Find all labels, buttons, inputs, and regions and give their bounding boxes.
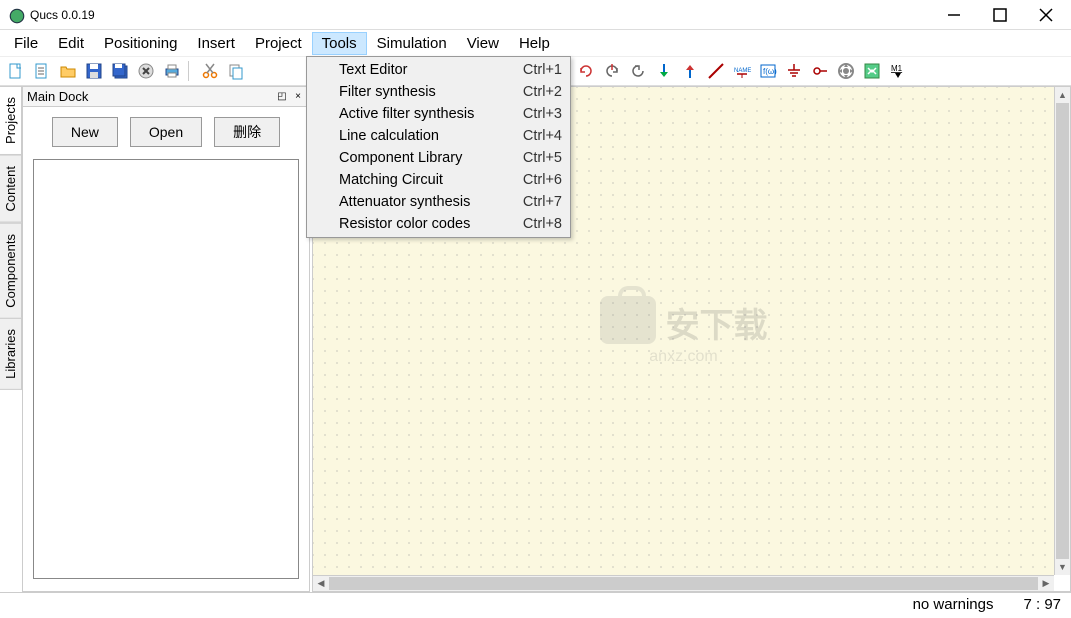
delete-project-button[interactable]: 删除 [214,117,280,147]
scroll-down-icon[interactable]: ▼ [1055,559,1070,575]
open-icon[interactable] [56,59,80,83]
svg-text:f(ω): f(ω) [763,67,777,76]
menu-help[interactable]: Help [509,32,560,55]
scrollbar-vertical[interactable]: ▲ ▼ [1054,87,1070,575]
menu-simulation[interactable]: Simulation [367,32,457,55]
print-icon[interactable] [160,59,184,83]
menu-positioning[interactable]: Positioning [94,32,187,55]
arrow-up-icon[interactable] [678,59,702,83]
scroll-up-icon[interactable]: ▲ [1055,87,1070,103]
menu-project[interactable]: Project [245,32,312,55]
menu-tools[interactable]: Tools [312,32,367,55]
status-position: 7 : 97 [1023,596,1061,613]
app-icon [8,7,24,23]
port-icon[interactable] [808,59,832,83]
menubar: File Edit Positioning Insert Project Too… [0,30,1071,56]
toolbar-separator [188,61,194,81]
show-messages-icon[interactable] [860,59,884,83]
menu-view[interactable]: View [457,32,509,55]
ground-icon[interactable] [782,59,806,83]
open-project-button[interactable]: Open [130,117,202,147]
rotate-ccw-icon[interactable] [574,59,598,83]
dock-header: Main Dock ◰ × [23,87,309,107]
wire-icon[interactable] [704,59,728,83]
dock-title: Main Dock [27,89,273,104]
tab-content[interactable]: Content [0,155,22,223]
svg-text:NAME: NAME [734,68,751,74]
status-warnings: no warnings [913,596,994,613]
menu-edit[interactable]: Edit [48,32,94,55]
titlebar: Qucs 0.0.19 [0,0,1071,30]
tab-projects[interactable]: Projects [0,86,22,155]
close-button[interactable] [1023,0,1069,30]
menu-file[interactable]: File [4,32,48,55]
wire-label-icon[interactable]: NAME [730,59,754,83]
tools-text-editor[interactable]: Text EditorCtrl+1 [309,59,568,81]
tools-filter-synthesis[interactable]: Filter synthesisCtrl+2 [309,81,568,103]
scrollbar-v-thumb[interactable] [1056,103,1069,559]
new-text-icon[interactable] [30,59,54,83]
new-project-button[interactable]: New [52,117,118,147]
marker-icon[interactable]: M1 [886,59,910,83]
menu-insert[interactable]: Insert [187,32,245,55]
tab-components[interactable]: Components [0,223,22,319]
mirror-h-icon[interactable] [600,59,624,83]
new-file-icon[interactable] [4,59,28,83]
tools-component-library[interactable]: Component LibraryCtrl+5 [309,147,568,169]
scroll-left-icon[interactable]: ◀ [313,576,329,591]
simulate-icon[interactable] [834,59,858,83]
mirror-v-icon[interactable] [626,59,650,83]
close-file-icon[interactable] [134,59,158,83]
equation-icon[interactable]: f(ω) [756,59,780,83]
window-title: Qucs 0.0.19 [30,8,931,22]
svg-text:M1: M1 [891,64,903,73]
save-icon[interactable] [82,59,106,83]
maximize-button[interactable] [977,0,1023,30]
tools-line-calculation[interactable]: Line calculationCtrl+4 [309,125,568,147]
scroll-right-icon[interactable]: ▶ [1038,576,1054,591]
tools-attenuator-synthesis[interactable]: Attenuator synthesisCtrl+7 [309,191,568,213]
project-list[interactable] [33,159,299,579]
statusbar: no warnings 7 : 97 [0,592,1071,616]
dock-close-button[interactable]: × [291,90,305,104]
scrollbar-h-thumb[interactable] [329,577,1038,590]
dock-float-button[interactable]: ◰ [275,90,289,104]
side-tabs: Projects Content Components Libraries [0,86,22,592]
minimize-button[interactable] [931,0,977,30]
copy-icon[interactable] [224,59,248,83]
tab-libraries[interactable]: Libraries [0,318,22,390]
tools-dropdown: Text EditorCtrl+1 Filter synthesisCtrl+2… [306,56,571,238]
scrollbar-horizontal[interactable]: ◀ ▶ [313,575,1054,591]
cut-icon[interactable] [198,59,222,83]
arrow-down-icon[interactable] [652,59,676,83]
tools-matching-circuit[interactable]: Matching CircuitCtrl+6 [309,169,568,191]
save-all-icon[interactable] [108,59,132,83]
tools-resistor-color-codes[interactable]: Resistor color codesCtrl+8 [309,213,568,235]
main-dock: Main Dock ◰ × New Open 删除 [22,86,310,592]
watermark: 安下载 anxz.com [600,296,768,366]
tools-active-filter-synthesis[interactable]: Active filter synthesisCtrl+3 [309,103,568,125]
